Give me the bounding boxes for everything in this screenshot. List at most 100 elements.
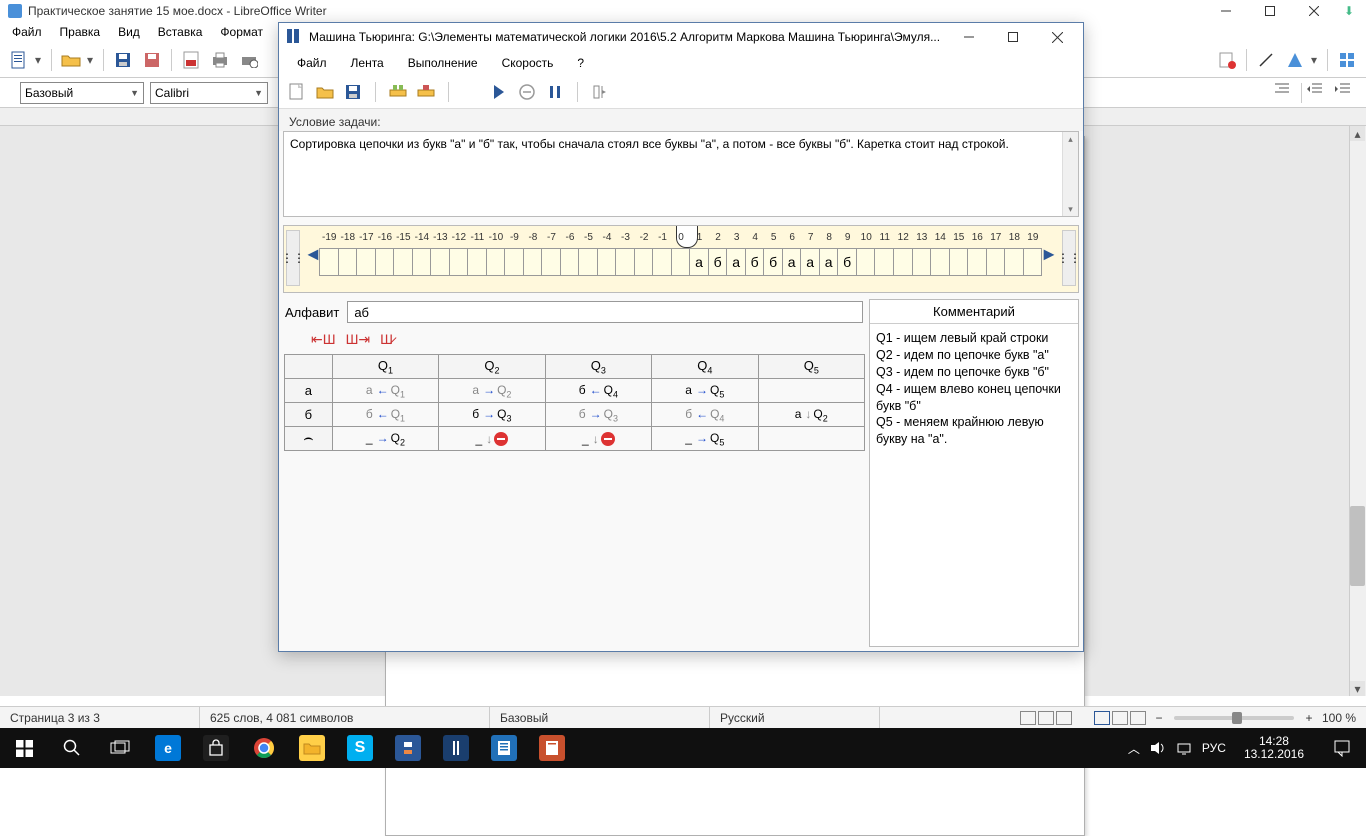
menu-insert[interactable]: Вставка (152, 23, 209, 41)
tray-notifications-icon[interactable] (1322, 728, 1362, 768)
increase-indent-button[interactable] (1334, 82, 1358, 104)
tape-cell[interactable]: а (819, 248, 839, 276)
tape-cell[interactable] (893, 248, 913, 276)
tape-cell[interactable] (671, 248, 691, 276)
menu-file[interactable]: Файл (6, 23, 48, 41)
comment-body[interactable]: Q1 - ищем левый край строкиQ2 - идем по … (870, 324, 1078, 646)
paragraph-style-combo[interactable]: Базовый▼ (20, 82, 144, 104)
rule-cell[interactable]: а←Q1 (332, 379, 438, 403)
alphabet-input[interactable] (347, 301, 863, 323)
tape-cell[interactable] (949, 248, 969, 276)
turing-new-button[interactable] (285, 80, 309, 104)
tape-cell[interactable]: б (763, 248, 783, 276)
turing-menu-help[interactable]: ? (567, 54, 594, 72)
add-col-right-icon[interactable]: Ш⇥ (346, 331, 371, 348)
font-name-combo[interactable]: Calibri▼ (150, 82, 268, 104)
step-button[interactable] (588, 80, 612, 104)
status-words[interactable]: 625 слов, 4 081 символов (200, 707, 490, 728)
export-pdf-button[interactable] (178, 47, 204, 73)
state-header[interactable]: Q3 (545, 355, 651, 379)
turing-titlebar[interactable]: Машина Тьюринга: G:\Элементы математичес… (279, 23, 1083, 51)
rule-cell[interactable]: а→Q5 (652, 379, 758, 403)
tape-cell[interactable] (912, 248, 932, 276)
rule-cell[interactable]: б→Q3 (439, 403, 545, 427)
tape-cell[interactable]: а (689, 248, 709, 276)
taskbar-skype[interactable]: S (336, 728, 384, 768)
scrollbar-thumb[interactable] (1350, 506, 1365, 586)
state-header[interactable]: Q1 (332, 355, 438, 379)
tape-cell[interactable] (338, 248, 358, 276)
taskbar-save-app[interactable] (384, 728, 432, 768)
turing-menu-run[interactable]: Выполнение (398, 54, 488, 72)
turing-save-button[interactable] (341, 80, 365, 104)
status-lang[interactable]: Русский (710, 707, 880, 728)
rule-cell[interactable]: _↓ (545, 427, 651, 451)
tray-network-icon[interactable] (1176, 741, 1192, 755)
rule-cell[interactable]: б←Q4 (652, 403, 758, 427)
tape-edge-right[interactable]: ⋮⋮ (1062, 230, 1076, 286)
tape-cell[interactable] (560, 248, 580, 276)
tape-cell[interactable] (615, 248, 635, 276)
record-changes-button[interactable] (1214, 47, 1240, 73)
turing-menu-tape[interactable]: Лента (341, 54, 394, 72)
tape-cells[interactable]: абаббаааб (320, 248, 1042, 276)
tape-cell[interactable] (504, 248, 524, 276)
add-col-left-icon[interactable]: ⇤Ш (311, 331, 336, 348)
search-button[interactable] (48, 728, 96, 768)
tape-cell[interactable] (856, 248, 876, 276)
symbol-row-header[interactable]: б (285, 403, 333, 427)
save-button[interactable] (110, 47, 136, 73)
shapes-dropdown-icon[interactable]: ▾ (1311, 53, 1321, 67)
open-button[interactable] (58, 47, 84, 73)
rule-cell[interactable]: а→Q2 (439, 379, 545, 403)
basic-shapes-button[interactable] (1282, 47, 1308, 73)
tape-cell[interactable] (578, 248, 598, 276)
turing-menu-file[interactable]: Файл (287, 54, 337, 72)
tape-cell[interactable] (874, 248, 894, 276)
tape-cell[interactable] (634, 248, 654, 276)
tape-cell[interactable]: а (800, 248, 820, 276)
turing-close-button[interactable] (1035, 23, 1079, 51)
tape-cell[interactable]: а (782, 248, 802, 276)
zoom-value[interactable]: 100 % (1322, 711, 1356, 725)
turing-open-button[interactable] (313, 80, 337, 104)
taskbar-chrome[interactable] (240, 728, 288, 768)
scroll-down-icon[interactable]: ▾ (1350, 681, 1365, 696)
tape-cell[interactable]: б (837, 248, 857, 276)
taskbar-edge[interactable]: e (144, 728, 192, 768)
print-button[interactable] (207, 47, 233, 73)
tray-lang[interactable]: РУС (1202, 741, 1226, 755)
taskbar-explorer[interactable] (288, 728, 336, 768)
tape-cell[interactable]: б (745, 248, 765, 276)
symbol-row-header[interactable]: а (285, 379, 333, 403)
menu-edit[interactable]: Правка (54, 23, 107, 41)
tape-cell[interactable] (523, 248, 543, 276)
scroll-up-icon[interactable]: ▴ (1350, 126, 1365, 141)
new-dropdown-icon[interactable]: ▾ (35, 53, 45, 67)
state-header[interactable]: Q2 (439, 355, 545, 379)
decrease-indent-button[interactable] (1306, 82, 1330, 104)
tape-cell[interactable]: а (726, 248, 746, 276)
menu-format[interactable]: Формат (214, 23, 269, 41)
symbol-row-header[interactable]: ⌢ (285, 427, 333, 451)
tape-cell[interactable] (449, 248, 469, 276)
tape-cell[interactable] (486, 248, 506, 276)
tape-edge-left[interactable]: ⋮⋮ (286, 230, 300, 286)
rules-table[interactable]: Q1Q2Q3Q4Q5аа←Q1а→Q2б←Q4а→Q5бб←Q1б→Q3б→Q3… (284, 354, 865, 451)
tape-cell[interactable]: б (708, 248, 728, 276)
line-button[interactable] (1253, 47, 1279, 73)
indent-button[interactable] (1273, 82, 1297, 104)
tape-cell[interactable] (356, 248, 376, 276)
zoom-out-button[interactable]: − (1152, 711, 1166, 725)
tape-cell[interactable] (467, 248, 487, 276)
new-doc-button[interactable] (6, 47, 32, 73)
tape-cell[interactable] (986, 248, 1006, 276)
zoom-slider[interactable] (1174, 716, 1294, 720)
print-preview-button[interactable] (236, 47, 262, 73)
download-icon[interactable]: ⬇ (1344, 4, 1358, 18)
rule-cell[interactable]: б→Q3 (545, 403, 651, 427)
tray-clock[interactable]: 14:28 13.12.2016 (1236, 735, 1312, 761)
pause-button[interactable] (543, 80, 567, 104)
tape-save-button[interactable] (386, 80, 410, 104)
tape-cell[interactable] (393, 248, 413, 276)
